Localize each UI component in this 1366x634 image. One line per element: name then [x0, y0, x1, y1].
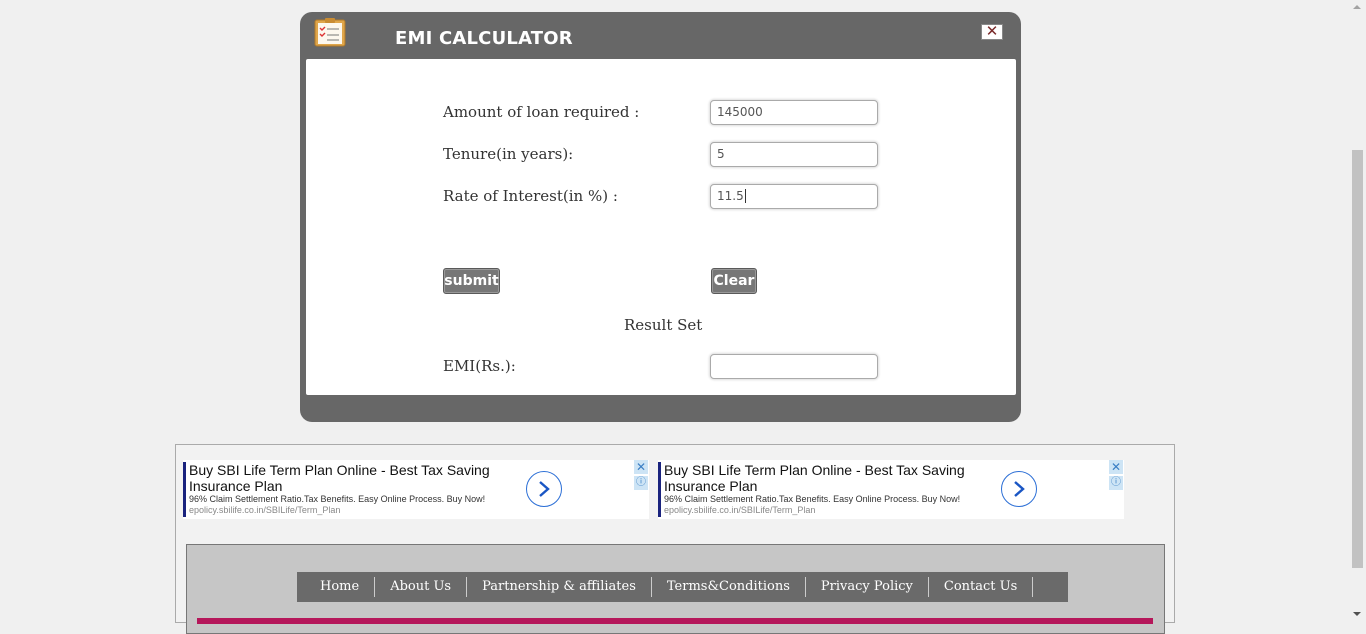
ad-close-icon[interactable]: ✕: [1109, 460, 1123, 474]
emi-result-field[interactable]: [710, 354, 878, 379]
nav-item-about-us[interactable]: About Us: [375, 577, 468, 597]
scrollbar-thumb[interactable]: [1352, 150, 1363, 568]
ad-title[interactable]: Buy SBI Life Term Plan Online - Best Tax…: [664, 462, 984, 494]
dialog-title: EMI CALCULATOR: [395, 28, 573, 49]
scroll-down-arrow-icon[interactable]: [1353, 612, 1361, 616]
clipboard-checklist-icon: [314, 17, 346, 47]
chevron-right-icon[interactable]: [1001, 471, 1037, 507]
nav-item-contact-us[interactable]: Contact Us: [929, 577, 1034, 597]
vertical-scrollbar[interactable]: [1349, 0, 1366, 623]
dialog-body: Amount of loan required : 145000 Tenure(…: [306, 59, 1016, 395]
ad-title[interactable]: Buy SBI Life Term Plan Online - Best Tax…: [189, 462, 509, 494]
ad-close-icon[interactable]: ✕: [634, 460, 648, 474]
ad-description: 96% Claim Settlement Ratio.Tax Benefits.…: [189, 494, 486, 504]
ad-description: 96% Claim Settlement Ratio.Tax Benefits.…: [664, 494, 961, 504]
nav-item-terms[interactable]: Terms&Conditions: [652, 577, 806, 597]
tenure-input[interactable]: 5: [710, 142, 878, 167]
submit-button[interactable]: submit: [443, 268, 500, 294]
ad-info-icon[interactable]: ⓘ: [1109, 476, 1123, 490]
chevron-right-icon[interactable]: [526, 471, 562, 507]
tenure-label: Tenure(in years):: [443, 145, 574, 163]
clear-button[interactable]: Clear: [711, 268, 757, 294]
close-icon: ✕: [985, 22, 999, 40]
loan-amount-input[interactable]: 145000: [710, 100, 878, 125]
nav-item-privacy-policy[interactable]: Privacy Policy: [806, 577, 929, 597]
nav-item-home[interactable]: Home: [305, 577, 376, 597]
interest-rate-input[interactable]: 11.5: [710, 184, 878, 209]
scroll-up-arrow-icon[interactable]: [1353, 5, 1361, 9]
emi-calculator-dialog: EMI CALCULATOR ✕ Amount of loan required…: [300, 12, 1021, 422]
footer: Home About Us Partnership & affiliates T…: [186, 544, 1165, 634]
emi-label: EMI(Rs.):: [443, 357, 516, 375]
ad-banner[interactable]: Buy SBI Life Term Plan Online - Best Tax…: [183, 460, 649, 519]
ad-banner[interactable]: Buy SBI Life Term Plan Online - Best Tax…: [658, 460, 1124, 519]
ad-url[interactable]: epolicy.sbilife.co.in/SBILife/Term_Plan: [189, 505, 340, 515]
ad-url[interactable]: epolicy.sbilife.co.in/SBILife/Term_Plan: [664, 505, 815, 515]
ad-info-icon[interactable]: ⓘ: [634, 476, 648, 490]
footer-accent-strip: [197, 618, 1153, 624]
interest-rate-label: Rate of Interest(in %) :: [443, 187, 618, 205]
footer-nav: Home About Us Partnership & affiliates T…: [297, 572, 1068, 602]
nav-item-partnership[interactable]: Partnership & affiliates: [467, 577, 652, 597]
ads-section: Buy SBI Life Term Plan Online - Best Tax…: [175, 444, 1175, 634]
result-set-heading: Result Set: [624, 316, 703, 334]
loan-amount-label: Amount of loan required :: [443, 103, 640, 121]
close-button[interactable]: ✕: [981, 24, 1003, 40]
